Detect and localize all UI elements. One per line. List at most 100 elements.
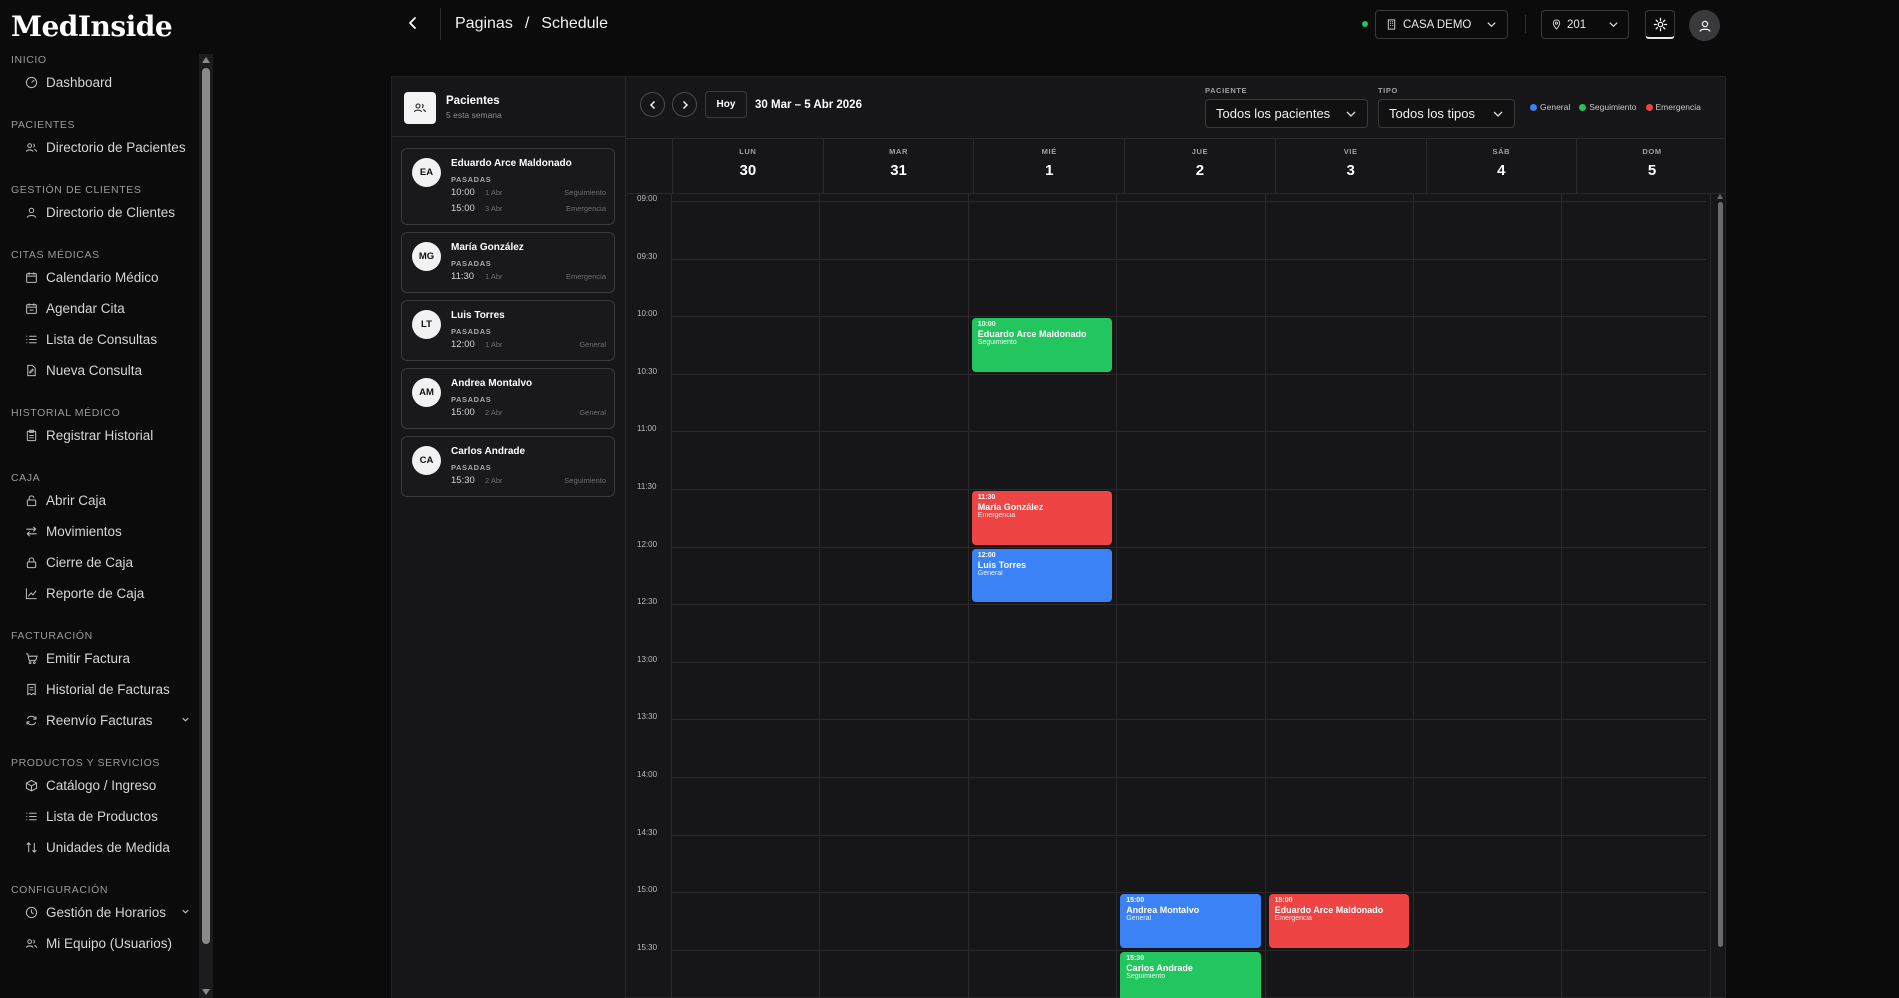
patient-filter-select[interactable]: Todos los pacientes — [1205, 99, 1368, 128]
event-patient-name: María González — [977, 502, 1044, 512]
breadcrumb-item-paginas[interactable]: Paginas — [455, 15, 513, 33]
unlock-icon — [24, 494, 38, 508]
sidebar-item[interactable]: Lista de Productos — [24, 801, 198, 832]
sidebar-item[interactable]: Reporte de Caja — [24, 578, 198, 609]
sidebar-item[interactable]: Mi Equipo (Usuarios) — [24, 928, 198, 959]
sidebar-item[interactable]: Cierre de Caja — [24, 547, 198, 578]
back-button[interactable] — [402, 12, 424, 34]
sidebar-item[interactable]: Gestión de Horarios — [24, 897, 198, 928]
calendar-event[interactable]: 15:00 Andrea Montalvo General — [1120, 894, 1261, 948]
patient-avatar: AM — [412, 378, 441, 407]
online-status-dot — [1362, 21, 1368, 27]
scroll-thumb[interactable] — [1718, 202, 1723, 947]
sidebar-item[interactable]: Directorio de Clientes — [24, 197, 198, 228]
patient-status: PASADAS — [451, 259, 492, 268]
sidebar-item[interactable]: Directorio de Pacientes — [24, 132, 198, 163]
sidebar-scrollbar[interactable] — [199, 54, 213, 998]
event-type: General — [977, 569, 1003, 577]
day-column-line — [1264, 194, 1266, 998]
sidebar-item-label: Unidades de Medida — [46, 840, 170, 855]
event-patient-name: Luis Torres — [977, 559, 1027, 570]
scroll-thumb[interactable] — [202, 68, 210, 944]
scroll-up-arrow[interactable] — [1717, 194, 1723, 199]
sidebar-item-label: Cierre de Caja — [46, 555, 134, 570]
patient-card[interactable]: MG María González PASADAS 11:30 1 Abr Em… — [401, 232, 615, 293]
day-header[interactable]: VIE 3 — [1274, 139, 1426, 194]
sidebar-item[interactable]: Calendario Médico — [24, 262, 198, 293]
breadcrumb-item-schedule: Schedule — [541, 15, 608, 32]
time-grid-line — [671, 834, 1706, 836]
sidebar-item[interactable]: Historial de Facturas — [24, 674, 198, 705]
sidebar-item[interactable]: Agendar Cita — [24, 293, 198, 324]
patient-appointment: 15:00 2 Abr General — [451, 407, 606, 421]
sidebar-item[interactable]: Catálogo / Ingreso — [24, 770, 198, 801]
sidebar-item[interactable]: Nueva Consulta — [24, 355, 198, 386]
sidebar-item[interactable]: Reenvío Facturas — [24, 705, 198, 736]
patient-card[interactable]: LT Luis Torres PASADAS 12:00 1 Abr Gener… — [401, 300, 615, 361]
calendar-event[interactable]: 15:00 Eduardo Arce Maldonado Emergencia — [1268, 894, 1409, 948]
days-header: LUN 30 MAR 31 MIÉ 1 JUE 2 VIE 3 SÁB 4 DOM 5 — [626, 139, 1725, 194]
chevron-down-icon[interactable] — [181, 715, 190, 727]
legend-item: Seguimiento — [1579, 102, 1637, 112]
sidebar-item[interactable]: Abrir Caja — [24, 485, 198, 516]
patient-card[interactable]: EA Eduardo Arce Maldonado PASADAS 10:00 … — [401, 148, 615, 225]
calendar-plus-icon — [24, 302, 38, 316]
calendar-event[interactable]: 15:30 Carlos Andrade Seguimiento — [1120, 951, 1261, 998]
sidebar-item[interactable]: Lista de Consultas — [24, 324, 198, 355]
day-column-line — [1116, 194, 1118, 998]
sidebar-item-label: Reenvío Facturas — [46, 713, 153, 728]
appointment-type: General — [579, 340, 606, 349]
type-filter-select[interactable]: Todos los tipos — [1378, 99, 1515, 128]
today-button[interactable]: Hoy — [705, 91, 747, 118]
event-time: 15:00 — [1126, 897, 1145, 905]
time-grid-line — [671, 546, 1706, 548]
file-plus-icon — [24, 364, 38, 378]
appointment-time: 15:00 — [451, 203, 475, 214]
appointment-time: 15:30 — [451, 475, 475, 486]
time-label: 11:30 — [637, 482, 657, 491]
clipboard-icon — [24, 429, 38, 443]
day-header[interactable]: MAR 31 — [822, 139, 974, 194]
calendar-event[interactable]: 10:00 Eduardo Arce Maldonado Seguimiento — [971, 318, 1113, 372]
sidebar-item[interactable]: Unidades de Medida — [24, 832, 198, 863]
location-select[interactable]: 201 — [1541, 10, 1629, 39]
scroll-down-arrow[interactable] — [202, 989, 210, 995]
day-number: 4 — [1497, 162, 1506, 179]
sidebar-item[interactable]: Movimientos — [24, 516, 198, 547]
day-header[interactable]: LUN 30 — [672, 139, 823, 194]
appointment-type: Emergencia — [565, 272, 606, 281]
day-header[interactable]: DOM 5 — [1576, 139, 1727, 194]
day-number: 3 — [1346, 162, 1355, 179]
sidebar-item[interactable]: Registrar Historial — [24, 420, 198, 451]
calendar-scrollbar[interactable] — [1717, 194, 1725, 998]
calendar-event[interactable]: 12:00 Luis Torres General — [971, 548, 1113, 603]
sidebar-item-label: Mi Equipo (Usuarios) — [46, 936, 173, 951]
chevron-down-icon — [1346, 111, 1356, 117]
sidebar-item-label: Calendario Médico — [46, 270, 159, 285]
patient-card[interactable]: AM Andrea Montalvo PASADAS 15:00 2 Abr G… — [401, 368, 615, 429]
appointment-date: 1 Abr — [485, 340, 503, 349]
day-name: MAR — [889, 147, 908, 156]
company-select[interactable]: CASA DEMO — [1375, 10, 1508, 39]
settings-button[interactable] — [1645, 10, 1675, 39]
sidebar-nav: INICIO Dashboard PACIENTES Directorio de Pa… — [0, 52, 198, 998]
sidebar-item[interactable]: Dashboard — [24, 67, 198, 98]
day-name: SÁB — [1492, 147, 1511, 156]
sidebar-item[interactable]: Emitir Factura — [24, 643, 198, 674]
chevron-down-icon[interactable] — [181, 907, 190, 919]
scroll-up-arrow[interactable] — [202, 57, 210, 63]
event-time: 11:30 — [977, 494, 996, 501]
user-avatar-button[interactable] — [1689, 10, 1720, 41]
day-header[interactable]: JUE 2 — [1124, 139, 1275, 194]
calendar-event[interactable]: 11:30 María González Emergencia — [971, 491, 1113, 545]
sidebar-item-label: Registrar Historial — [46, 428, 154, 443]
legend-label: Emergencia — [1655, 102, 1701, 112]
sidebar-item-label: Historial de Facturas — [46, 682, 170, 697]
prev-week-button[interactable] — [640, 92, 665, 117]
time-label: 12:30 — [637, 597, 658, 607]
patient-filter-label: PACIENTE — [1205, 86, 1248, 95]
day-header[interactable]: MIÉ 1 — [973, 139, 1124, 194]
patient-card[interactable]: CA Carlos Andrade PASADAS 15:30 2 Abr Se… — [401, 436, 615, 497]
next-week-button[interactable] — [672, 92, 697, 117]
day-header[interactable]: SÁB 4 — [1425, 139, 1577, 194]
